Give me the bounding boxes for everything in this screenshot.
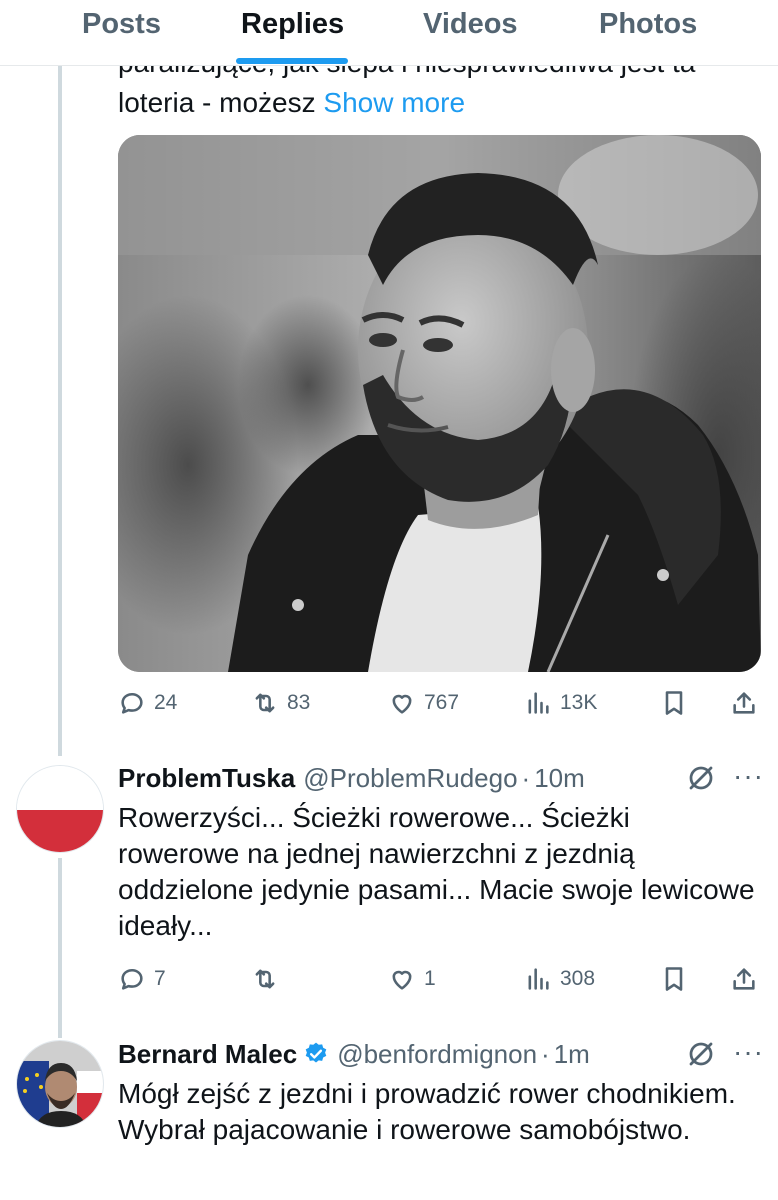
views-icon [528, 692, 549, 714]
like-button[interactable]: 1 [388, 959, 436, 999]
repost-icon [255, 969, 275, 989]
tweet-text: Mógł zejść z jezdni i prowadzić rower ch… [118, 1078, 736, 1145]
verified-icon [305, 1042, 327, 1063]
avatar[interactable] [16, 1040, 104, 1128]
user-handle[interactable]: @ProblemRudego [303, 763, 517, 794]
tab-videos[interactable]: Videos [423, 8, 518, 41]
reply-button[interactable]: 7 [118, 959, 166, 999]
profile-tabs: Posts Replies Videos Photos [0, 0, 778, 66]
reply-icon [121, 692, 143, 714]
repost-button[interactable]: 83 [251, 683, 310, 723]
thread-line [58, 66, 62, 756]
bookmark-icon [665, 967, 683, 991]
profile-photo [17, 1041, 103, 1127]
thread-line [58, 858, 62, 1038]
grok-icon[interactable] [686, 763, 716, 793]
timestamp[interactable]: 1m [554, 1039, 590, 1070]
polish-flag-avatar [17, 766, 103, 852]
separator-dot: · [521, 762, 531, 793]
reply-button[interactable]: 24 [118, 683, 177, 723]
user-handle[interactable]: @benfordmignon [337, 1039, 537, 1070]
tweet-photo[interactable] [118, 135, 761, 672]
views-count: 308 [560, 967, 596, 990]
like-icon [392, 694, 412, 714]
tweet-actions: 24 83 767 13K [118, 683, 761, 723]
active-tab-indicator [236, 58, 348, 64]
repost-count: 83 [287, 691, 311, 714]
tweet-header: ProblemTuska @ProblemRudego · 10m [118, 758, 585, 798]
tweet-text: Rowerzyści... Ścieżki rowerowe... Ścieżk… [118, 802, 755, 941]
views-icon [528, 968, 549, 990]
views-count: 13K [560, 691, 598, 714]
more-icon[interactable]: ··· [733, 1038, 764, 1066]
bookmark-icon [665, 691, 683, 715]
timestamp[interactable]: 10m [534, 763, 585, 794]
like-icon [392, 970, 412, 990]
reply-count: 7 [154, 967, 166, 990]
views-button[interactable]: 308 [524, 959, 595, 999]
share-icon [733, 692, 755, 714]
display-name[interactable]: Bernard Malec [118, 1039, 297, 1070]
tab-posts[interactable]: Posts [82, 8, 161, 41]
avatar[interactable] [16, 765, 104, 853]
reply-count: 24 [154, 691, 178, 714]
tab-replies[interactable]: Replies [241, 8, 344, 41]
grok-icon[interactable] [686, 1039, 716, 1069]
more-icon[interactable]: ··· [733, 762, 764, 790]
tab-photos[interactable]: Photos [599, 8, 697, 41]
display-name[interactable]: ProblemTuska [118, 763, 295, 794]
reply-icon [121, 968, 143, 990]
repost-icon [255, 693, 275, 713]
tweet-header: Bernard Malec @benfordmignon · 1m [118, 1034, 590, 1074]
repost-button[interactable] [251, 959, 279, 999]
bookmark-button[interactable] [660, 683, 688, 723]
views-button[interactable]: 13K [524, 683, 597, 723]
separator-dot: · [541, 1038, 550, 1069]
show-more-link[interactable]: Show more [323, 87, 465, 118]
tweet-text: loteria - możesz [118, 87, 316, 118]
share-button[interactable] [730, 683, 758, 723]
tweet-text-line: loteria - możesz Show more [118, 84, 465, 122]
like-count: 767 [424, 691, 460, 714]
share-icon [733, 968, 755, 990]
bookmark-button[interactable] [660, 959, 688, 999]
like-count: 1 [424, 967, 436, 990]
like-button[interactable]: 767 [388, 683, 459, 723]
share-button[interactable] [730, 959, 758, 999]
tweet-actions: 7 1 308 [118, 959, 761, 999]
